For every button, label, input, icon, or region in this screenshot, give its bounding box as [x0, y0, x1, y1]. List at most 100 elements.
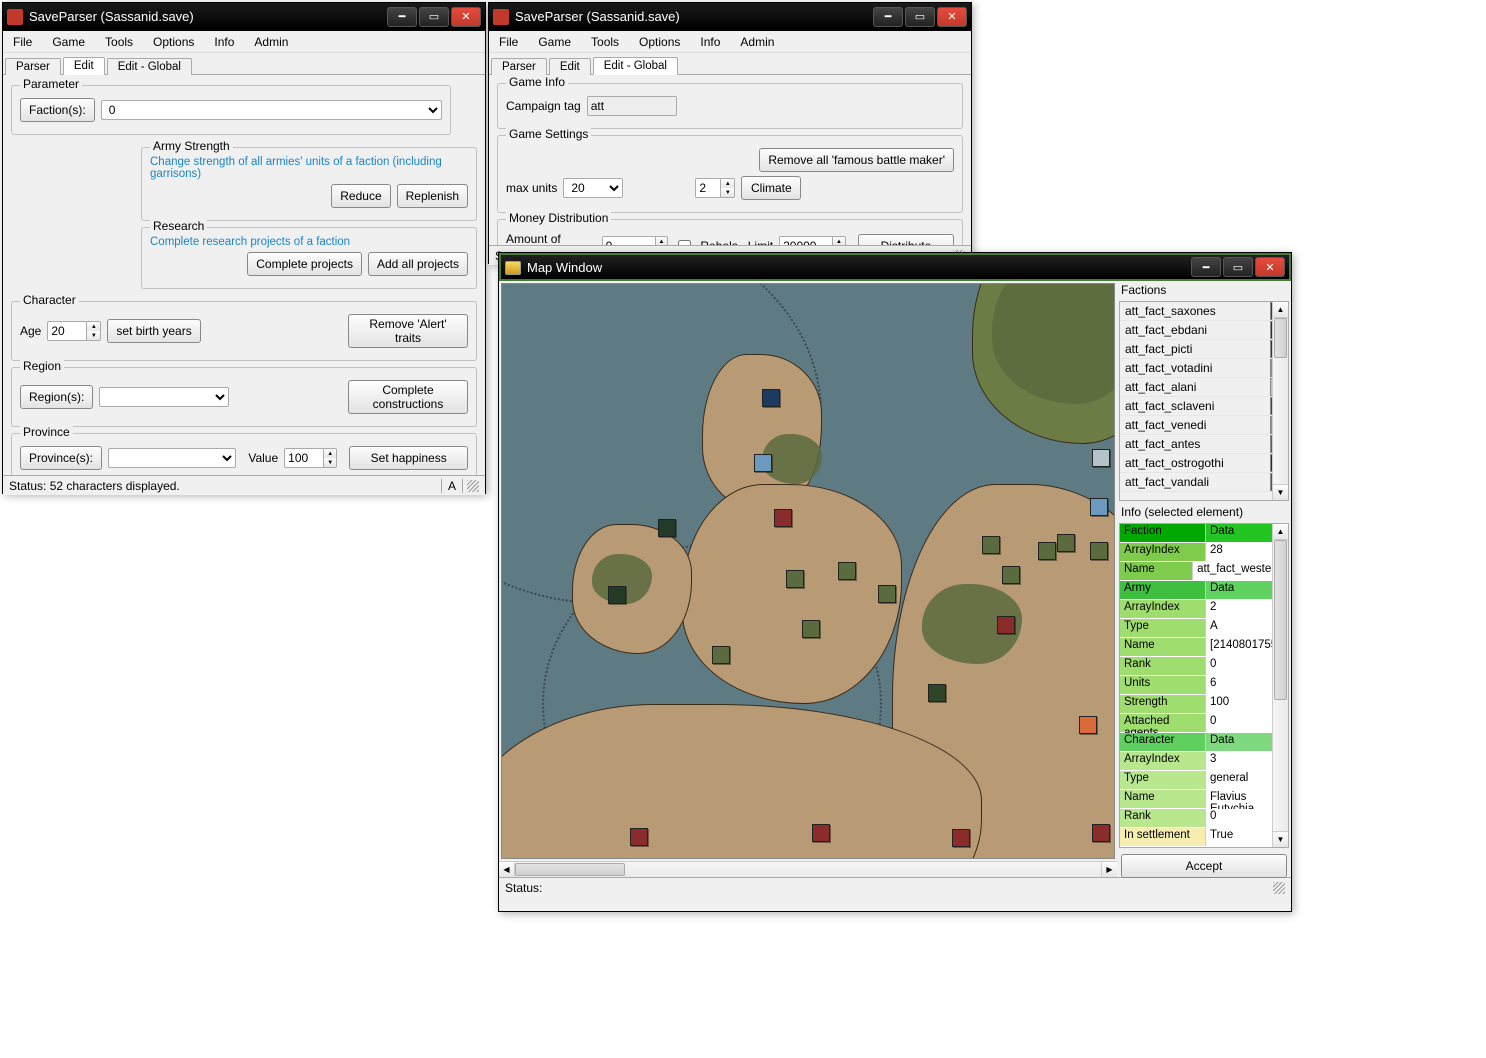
factions-select[interactable]: 0: [101, 100, 442, 120]
info-row[interactable]: Attached agents0: [1120, 714, 1288, 733]
scroll-up-button[interactable]: ▲: [1273, 524, 1288, 540]
resize-grip[interactable]: [1273, 882, 1285, 894]
map-unit-marker[interactable]: [630, 828, 648, 846]
menu-options[interactable]: Options: [149, 33, 198, 51]
info-row[interactable]: ArrayIndex2: [1120, 600, 1288, 619]
factions-list[interactable]: att_fact_saxonesatt_fact_ebdaniatt_fact_…: [1119, 301, 1289, 501]
tab-parser[interactable]: Parser: [491, 58, 547, 75]
menu-admin[interactable]: Admin: [250, 33, 292, 51]
menu-tools[interactable]: Tools: [587, 33, 623, 51]
faction-row[interactable]: att_fact_venedi: [1120, 416, 1288, 435]
minimize-button[interactable]: ━: [387, 7, 417, 27]
age-spinner[interactable]: ▲▼: [47, 321, 101, 341]
map-unit-marker[interactable]: [712, 646, 730, 664]
scroll-down-button[interactable]: ▼: [1273, 831, 1288, 847]
remove-alert-traits-button[interactable]: Remove 'Alert' traits: [348, 314, 468, 348]
reduce-button[interactable]: Reduce: [331, 184, 390, 208]
info-row[interactable]: Rank0: [1120, 657, 1288, 676]
info-table[interactable]: FactionDataArrayIndex28Nameatt_fact_west…: [1119, 523, 1289, 848]
faction-row[interactable]: att_fact_antes: [1120, 435, 1288, 454]
faction-row[interactable]: att_fact_sclaveni: [1120, 397, 1288, 416]
accept-button[interactable]: Accept: [1121, 854, 1287, 878]
regions-button[interactable]: Region(s):: [20, 385, 93, 409]
map-unit-marker[interactable]: [1002, 566, 1020, 584]
map-unit-marker[interactable]: [608, 586, 626, 604]
titlebar[interactable]: SaveParser (Sassanid.save) ━ ▭ ✕: [489, 3, 971, 31]
scroll-left-button[interactable]: ◀: [499, 862, 515, 877]
info-row[interactable]: FactionData: [1120, 524, 1288, 543]
maximize-button[interactable]: ▭: [1223, 257, 1253, 277]
info-row[interactable]: Rank0: [1120, 809, 1288, 828]
distribute-button[interactable]: Distribute: [858, 234, 954, 245]
map-unit-marker[interactable]: [658, 519, 676, 537]
map-unit-marker[interactable]: [1079, 716, 1097, 734]
add-all-projects-button[interactable]: Add all projects: [368, 252, 468, 276]
map-unit-marker[interactable]: [1090, 542, 1108, 560]
info-row[interactable]: ArrayIndex3: [1120, 752, 1288, 771]
map-unit-marker[interactable]: [878, 585, 896, 603]
info-scrollbar[interactable]: ▲ ▼: [1272, 524, 1288, 847]
factions-scrollbar[interactable]: ▲ ▼: [1272, 302, 1288, 500]
info-row[interactable]: NameFlavius Eutychia...: [1120, 790, 1288, 809]
limit-spinner[interactable]: ▲▼: [779, 236, 846, 245]
map-canvas[interactable]: [501, 283, 1115, 859]
factions-button[interactable]: Faction(s):: [20, 98, 95, 122]
menu-info[interactable]: Info: [210, 33, 238, 51]
info-row[interactable]: Name[2140801755]: [1120, 638, 1288, 657]
provinces-select[interactable]: [108, 448, 236, 468]
info-row[interactable]: Strength100: [1120, 695, 1288, 714]
menu-info[interactable]: Info: [696, 33, 724, 51]
map-unit-marker[interactable]: [997, 616, 1015, 634]
menu-tools[interactable]: Tools: [101, 33, 137, 51]
close-button[interactable]: ✕: [1255, 257, 1285, 277]
titlebar[interactable]: SaveParser (Sassanid.save) ━ ▭ ✕: [3, 3, 485, 31]
replenish-button[interactable]: Replenish: [397, 184, 468, 208]
tab-edit-global[interactable]: Edit - Global: [593, 57, 678, 75]
map-unit-marker[interactable]: [754, 454, 772, 472]
faction-row[interactable]: att_fact_ostrogothi: [1120, 454, 1288, 473]
faction-row[interactable]: att_fact_ebdani: [1120, 321, 1288, 340]
regions-select[interactable]: [99, 387, 229, 407]
info-row[interactable]: TypeA: [1120, 619, 1288, 638]
scroll-up-button[interactable]: ▲: [1273, 302, 1288, 318]
set-happiness-button[interactable]: Set happiness: [349, 446, 468, 470]
faction-row[interactable]: att_fact_picti: [1120, 340, 1288, 359]
max-units-select[interactable]: 20: [563, 178, 623, 198]
maximize-button[interactable]: ▭: [419, 7, 449, 27]
map-unit-marker[interactable]: [774, 509, 792, 527]
map-unit-marker[interactable]: [838, 562, 856, 580]
map-unit-marker[interactable]: [1092, 449, 1110, 467]
provinces-button[interactable]: Province(s):: [20, 446, 102, 470]
scroll-right-button[interactable]: ▶: [1101, 862, 1117, 877]
set-birth-years-button[interactable]: set birth years: [107, 319, 200, 343]
map-unit-marker[interactable]: [1090, 498, 1108, 516]
info-row[interactable]: ArmyData: [1120, 581, 1288, 600]
remove-famous-battle-maker-button[interactable]: Remove all 'famous battle maker': [759, 148, 954, 172]
map-unit-marker[interactable]: [1057, 534, 1075, 552]
complete-constructions-button[interactable]: Complete constructions: [348, 380, 468, 414]
menu-game[interactable]: Game: [48, 33, 89, 51]
minimize-button[interactable]: ━: [1191, 257, 1221, 277]
tab-parser[interactable]: Parser: [5, 58, 61, 75]
info-row[interactable]: CharacterData: [1120, 733, 1288, 752]
titlebar[interactable]: Map Window ━ ▭ ✕: [499, 253, 1291, 281]
menu-file[interactable]: File: [9, 33, 36, 51]
tab-edit-global[interactable]: Edit - Global: [107, 58, 192, 75]
minimize-button[interactable]: ━: [873, 7, 903, 27]
info-row[interactable]: ArrayIndex28: [1120, 543, 1288, 562]
complete-projects-button[interactable]: Complete projects: [247, 252, 362, 276]
resize-grip[interactable]: [467, 480, 479, 492]
tab-edit[interactable]: Edit: [549, 58, 591, 75]
faction-row[interactable]: att_fact_votadini: [1120, 359, 1288, 378]
map-unit-marker[interactable]: [1038, 542, 1056, 560]
faction-row[interactable]: att_fact_saxones: [1120, 302, 1288, 321]
rebels-checkbox[interactable]: [678, 240, 691, 246]
map-unit-marker[interactable]: [1092, 824, 1110, 842]
tab-edit[interactable]: Edit: [63, 57, 105, 75]
close-button[interactable]: ✕: [451, 7, 481, 27]
map-unit-marker[interactable]: [762, 389, 780, 407]
close-button[interactable]: ✕: [937, 7, 967, 27]
info-row[interactable]: Nameatt_fact_wester...: [1120, 562, 1288, 581]
map-hscrollbar[interactable]: ◀ ▶: [499, 861, 1117, 877]
info-row[interactable]: Units6: [1120, 676, 1288, 695]
